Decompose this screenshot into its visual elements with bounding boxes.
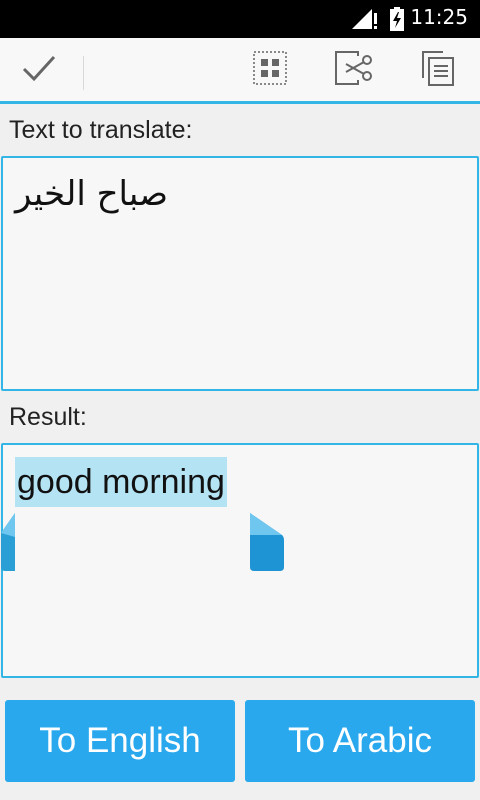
- battery-charging-icon: [390, 7, 404, 35]
- contextual-action-bar: [0, 38, 480, 104]
- status-bar: 11:25: [0, 0, 480, 38]
- checkmark-icon: [21, 53, 57, 87]
- copy-icon: [421, 50, 455, 90]
- to-english-button[interactable]: To English: [5, 700, 235, 782]
- source-text-input[interactable]: صباح الخير: [1, 156, 479, 391]
- signal-alert-icon: [352, 9, 378, 33]
- done-button[interactable]: [6, 38, 72, 101]
- result-label: Result:: [9, 403, 87, 431]
- select-all-button[interactable]: [237, 38, 303, 101]
- source-text: صباح الخير: [15, 174, 169, 214]
- result-text-field[interactable]: good morning: [1, 443, 479, 678]
- cut-button[interactable]: [321, 38, 387, 101]
- copy-button[interactable]: [405, 38, 471, 101]
- action-bar-divider: [83, 56, 84, 90]
- result-text-selected[interactable]: good morning: [15, 457, 227, 507]
- select-all-icon: [253, 50, 287, 89]
- source-label: Text to translate:: [9, 116, 193, 144]
- selection-handle-right-icon[interactable]: [250, 513, 286, 575]
- selection-handle-left-icon[interactable]: [1, 513, 17, 575]
- to-arabic-button[interactable]: To Arabic: [245, 700, 475, 782]
- action-bar-underline: [0, 101, 480, 104]
- status-time: 11:25: [410, 5, 468, 29]
- scissors-icon: [334, 50, 374, 90]
